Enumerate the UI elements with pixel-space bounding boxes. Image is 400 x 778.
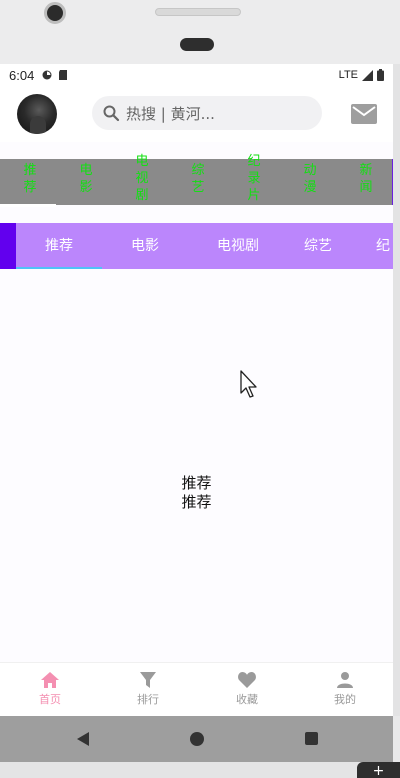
recents-icon[interactable] <box>305 732 318 745</box>
signal-icon <box>362 69 373 81</box>
app-screen: 6:04 LTE 热搜 | 黄河... 推荐 电影 电视剧 综艺 纪录片 动漫 … <box>0 64 393 716</box>
tab-documentary[interactable]: 纪 <box>376 223 393 269</box>
system-nav-bar <box>0 716 393 762</box>
strip-item-variety[interactable]: 综艺 <box>189 162 207 196</box>
corner-plus-button[interactable]: + <box>357 762 400 778</box>
search-placeholder: 热搜 | 黄河... <box>126 104 215 123</box>
strip-item-anime[interactable]: 动漫 <box>301 162 319 196</box>
tab-bar-edge <box>0 223 16 269</box>
device-top-bezel <box>0 0 400 64</box>
sd-card-icon <box>59 70 68 80</box>
nav-ranking-label: 排行 <box>137 693 159 706</box>
battery-icon <box>377 69 384 81</box>
tab-movie[interactable]: 电影 <box>102 223 188 269</box>
nav-profile-label: 我的 <box>334 693 356 706</box>
device-bottom-bezel <box>0 762 400 778</box>
mail-icon[interactable] <box>351 104 377 124</box>
strip-item-movie[interactable]: 电影 <box>77 162 95 196</box>
device-side-edge <box>393 64 400 716</box>
data-saver-icon <box>42 70 52 80</box>
home-icon <box>41 672 59 688</box>
mouse-cursor-icon <box>240 370 257 398</box>
nav-home-label: 首页 <box>39 693 61 706</box>
strip-edge <box>392 159 393 205</box>
nav-favorites-label: 收藏 <box>236 693 258 706</box>
front-camera <box>44 2 66 24</box>
tab-selected-indicator <box>16 267 102 269</box>
filter-icon <box>140 672 156 688</box>
strip-item-recommend[interactable]: 推荐 <box>21 162 39 196</box>
heart-icon <box>238 672 256 688</box>
strip-indicator <box>0 204 56 207</box>
app-header: 热搜 | 黄河... <box>0 86 393 142</box>
search-bar[interactable]: 热搜 | 黄河... <box>92 96 322 130</box>
user-avatar[interactable] <box>17 94 57 134</box>
strip-item-tv[interactable]: 电视剧 <box>133 153 151 204</box>
home-button-icon[interactable] <box>190 732 204 746</box>
strip-item-documentary[interactable]: 纪录片 <box>245 153 263 204</box>
nav-ranking[interactable]: 排行 <box>118 671 178 707</box>
content-line-1: 推荐 <box>181 474 212 492</box>
page-content: 推荐 推荐 <box>0 474 393 512</box>
person-icon <box>337 672 353 688</box>
tab-bar: 推荐 电影 电视剧 综艺 纪 <box>0 223 393 269</box>
category-strip: 推荐 电影 电视剧 综艺 纪录片 动漫 新闻 <box>0 154 393 205</box>
network-type: LTE <box>338 69 358 81</box>
proximity-sensor <box>180 38 214 51</box>
bottom-navigation: 首页 排行 收藏 我的 <box>0 662 393 716</box>
status-right-group: LTE <box>339 69 384 81</box>
tab-variety[interactable]: 综艺 <box>288 223 348 269</box>
status-time: 6:04 <box>9 67 35 83</box>
back-icon[interactable] <box>76 731 90 747</box>
earpiece-slot <box>155 8 241 16</box>
status-bar: 6:04 LTE <box>0 64 393 86</box>
nav-favorites[interactable]: 收藏 <box>217 671 277 707</box>
tab-tv[interactable]: 电视剧 <box>188 223 288 269</box>
nav-profile[interactable]: 我的 <box>315 671 375 707</box>
search-icon <box>103 105 120 122</box>
tab-recommend[interactable]: 推荐 <box>16 223 102 269</box>
content-line-2: 推荐 <box>181 493 212 511</box>
strip-item-news[interactable]: 新闻 <box>357 162 375 196</box>
nav-home[interactable]: 首页 <box>20 671 80 707</box>
